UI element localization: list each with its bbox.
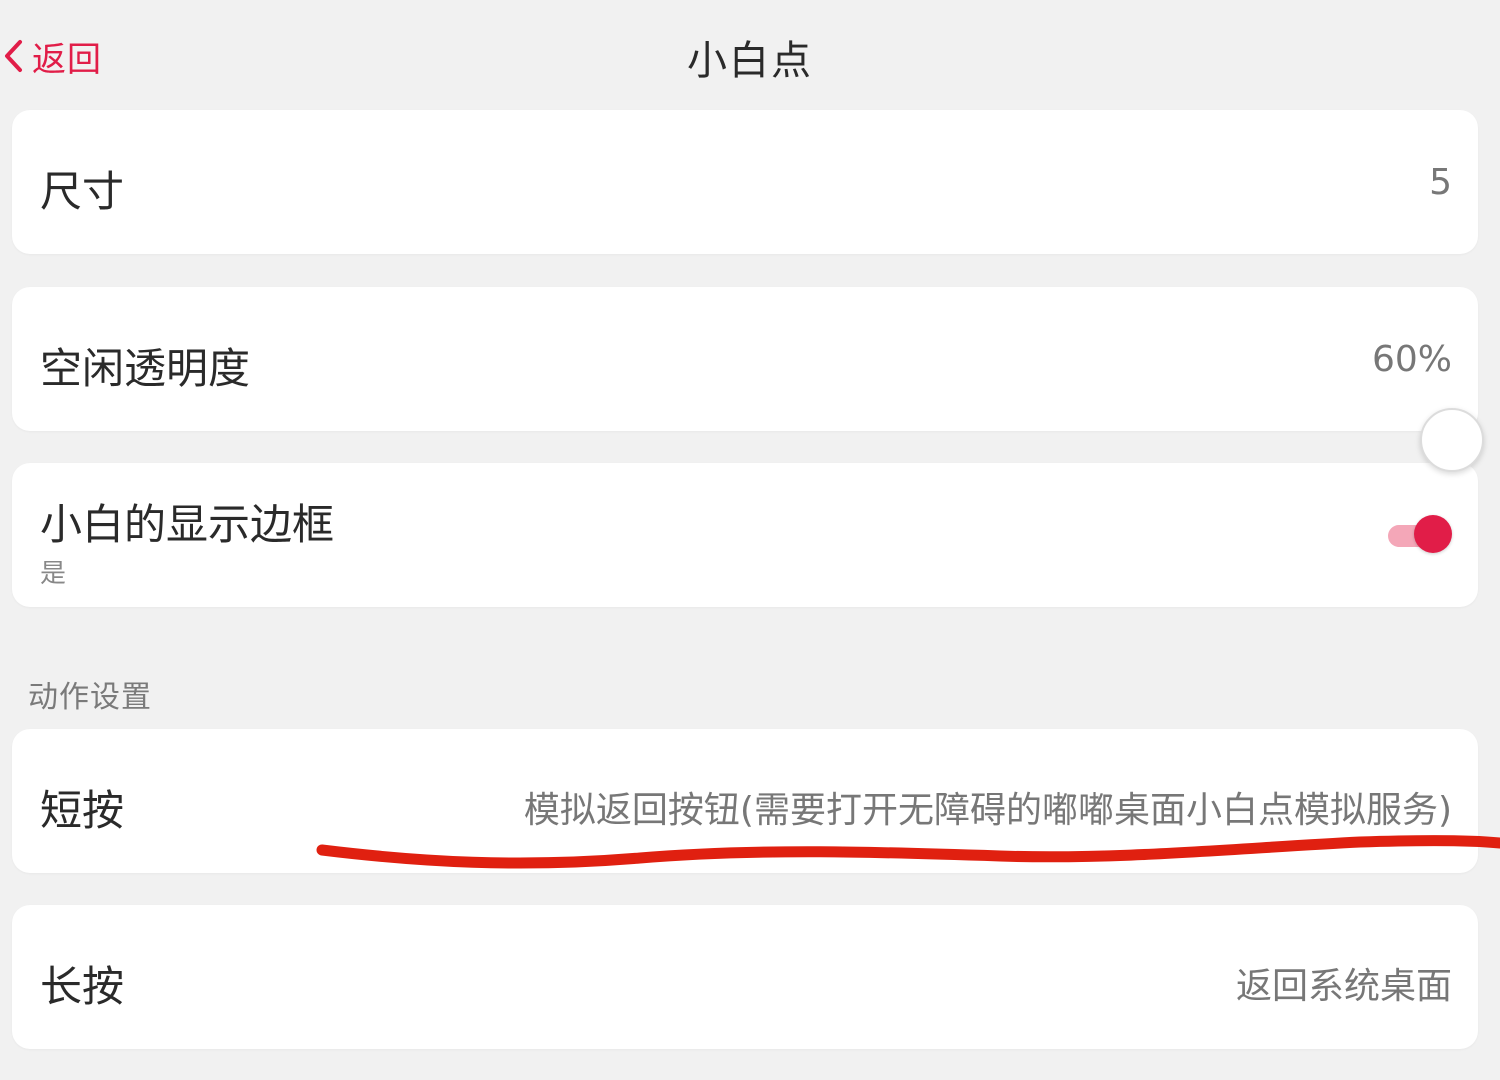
setting-idle-opacity-value: 60%: [1371, 339, 1452, 380]
setting-show-border[interactable]: 小白的显示边框 是: [12, 463, 1478, 607]
action-short-press-label: 短按: [40, 786, 125, 835]
action-long-press-label: 长按: [40, 962, 125, 1011]
border-toggle[interactable]: [1386, 515, 1452, 555]
action-long-press[interactable]: 长按 返回系统桌面: [12, 905, 1478, 1049]
setting-idle-opacity-label: 空闲透明度: [40, 344, 251, 393]
action-long-press-value: 返回系统桌面: [1235, 966, 1452, 1007]
action-short-press-value: 模拟返回按钮(需要打开无障碍的嘟嘟桌面小白点模拟服务): [523, 790, 1452, 831]
setting-show-border-sub: 是: [40, 559, 67, 589]
setting-size-label: 尺寸: [40, 167, 125, 216]
toggle-thumb: [1414, 515, 1452, 553]
section-title-actions: 动作设置: [28, 680, 152, 715]
page-title: 小白点: [687, 38, 813, 84]
setting-idle-opacity[interactable]: 空闲透明度 60%: [12, 287, 1478, 431]
setting-size[interactable]: 尺寸 5: [12, 110, 1478, 254]
action-short-press[interactable]: 短按 模拟返回按钮(需要打开无障碍的嘟嘟桌面小白点模拟服务): [12, 729, 1478, 873]
opacity-slider-thumb[interactable]: [1420, 408, 1484, 472]
header-bar: 返回 小白点: [0, 0, 1500, 108]
setting-show-border-label: 小白的显示边框: [40, 500, 335, 549]
setting-size-value: 5: [1429, 162, 1452, 203]
